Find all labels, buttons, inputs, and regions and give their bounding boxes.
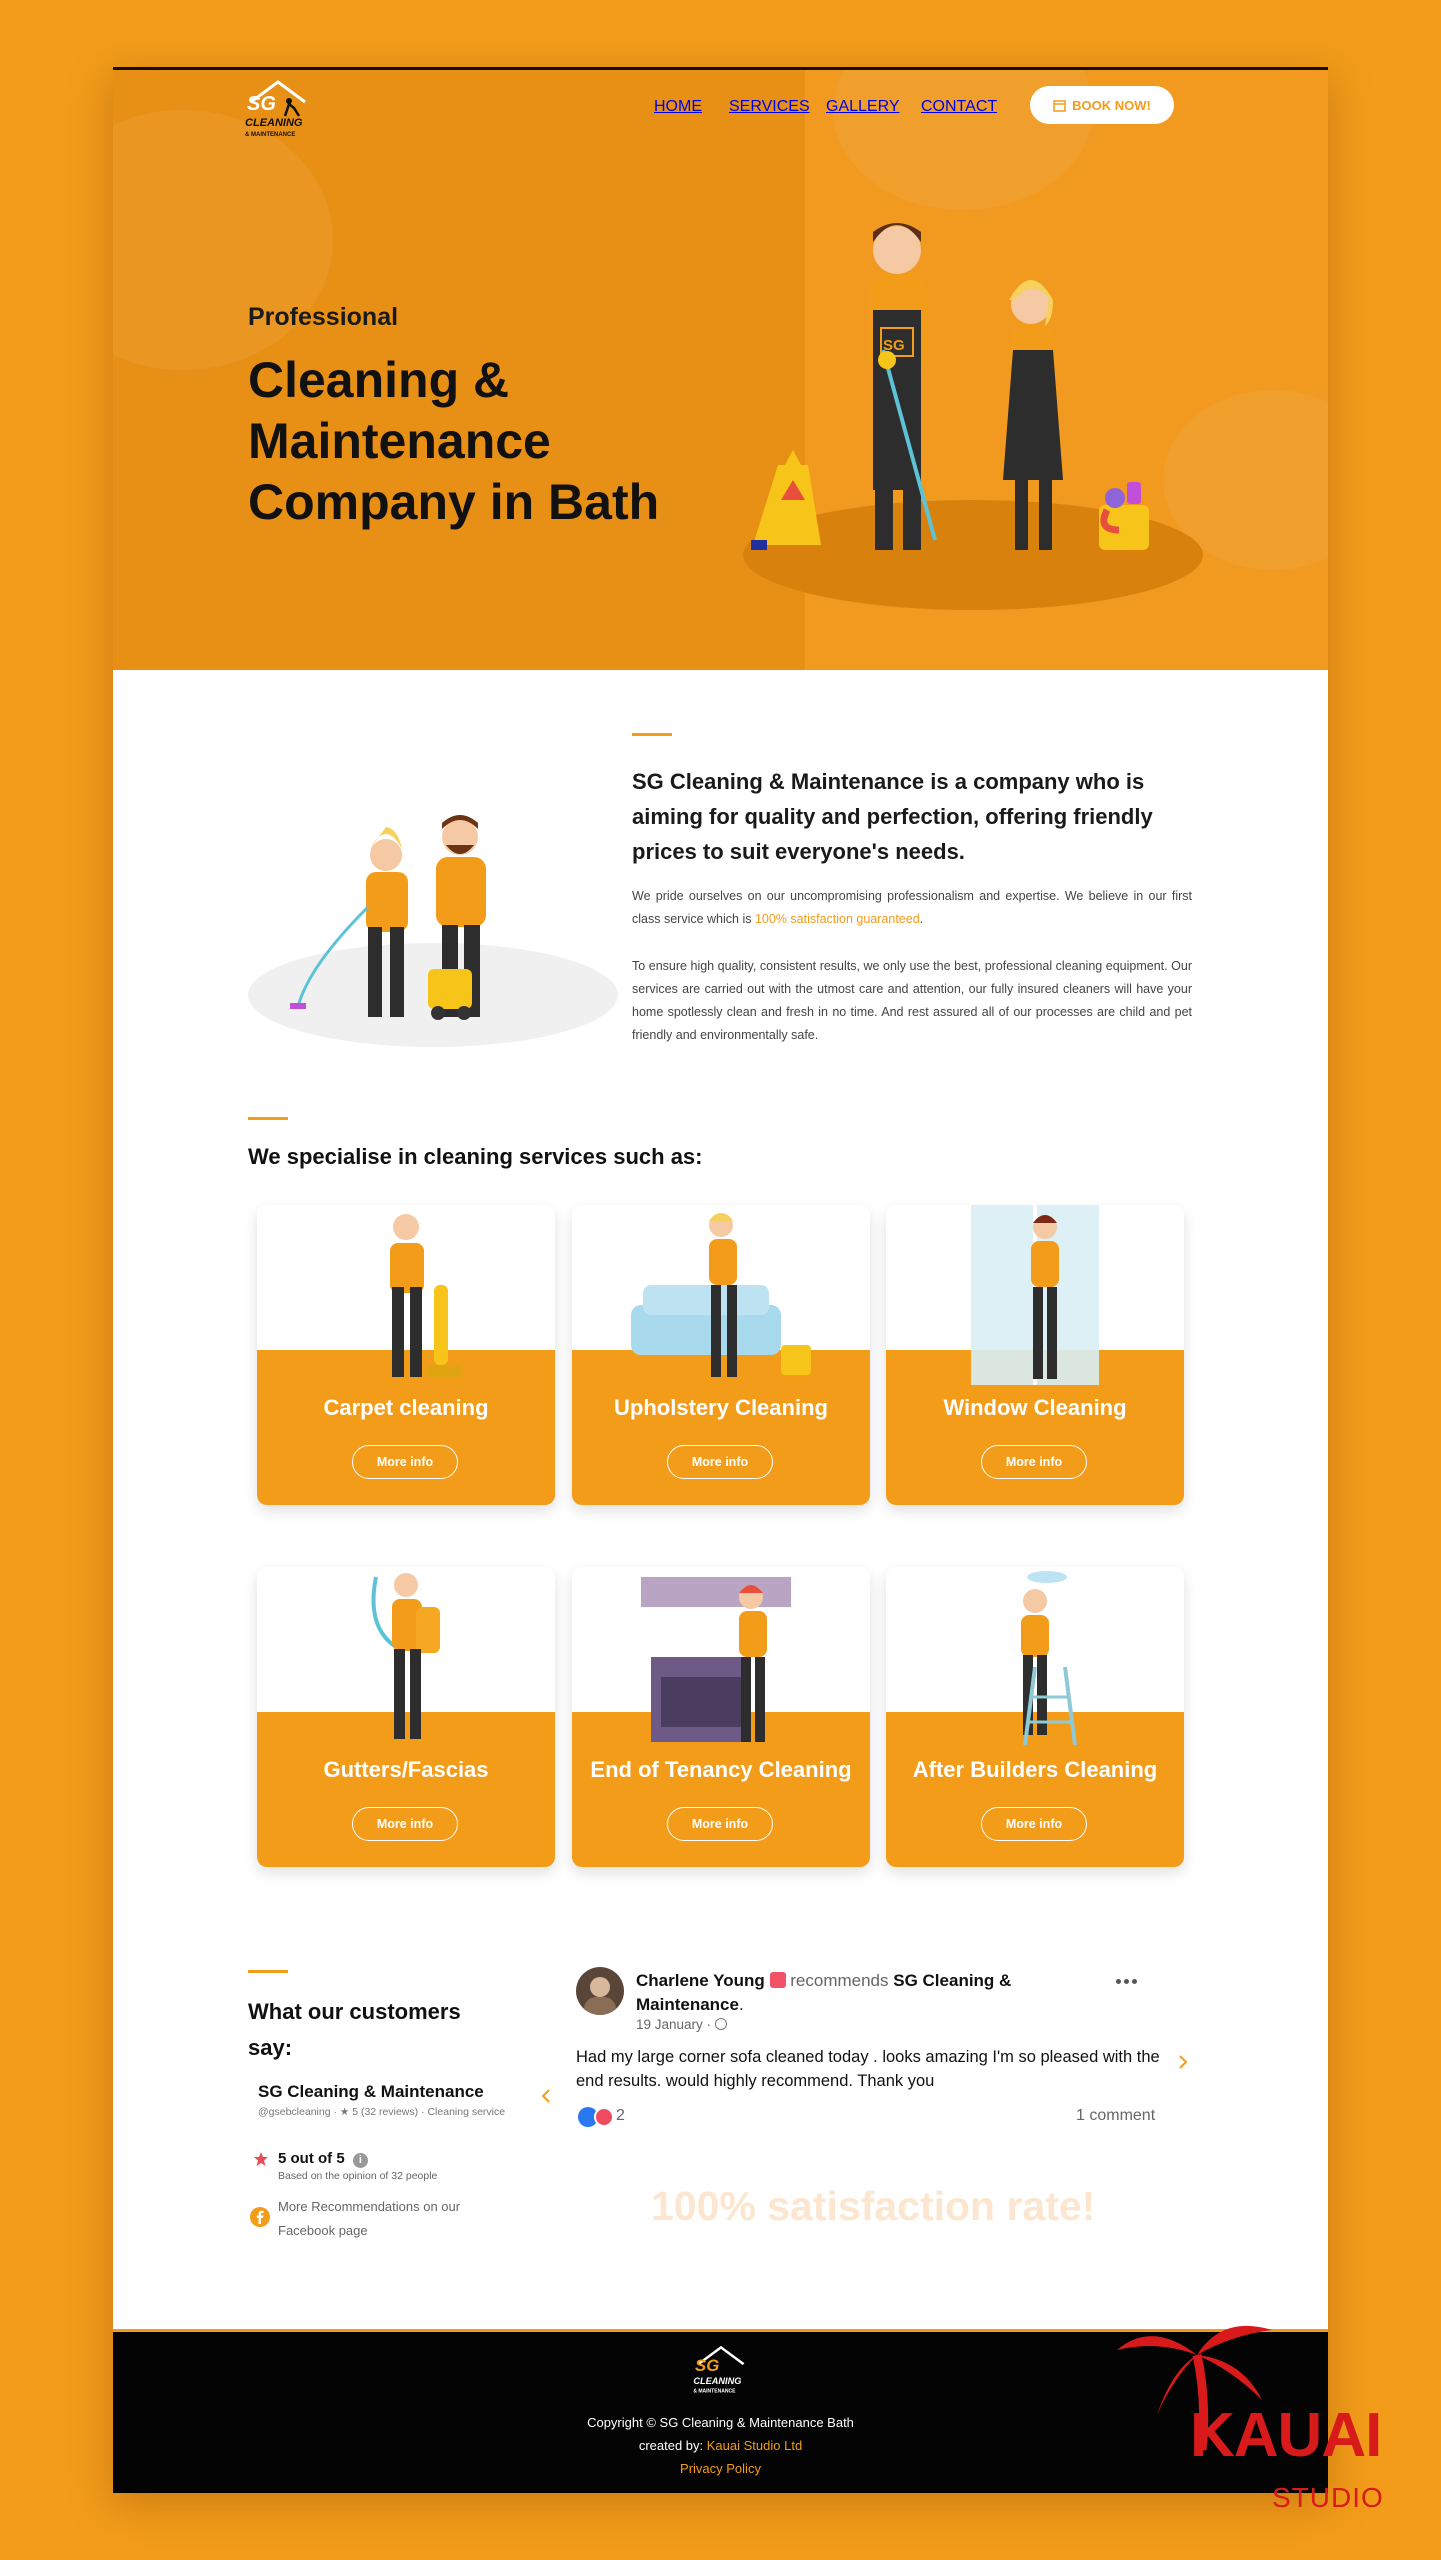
logo-maintenance: & MAINTENANCE — [245, 132, 295, 138]
chevron-left-icon[interactable] — [541, 2089, 551, 2103]
logo-cleaning: CLEANING — [245, 117, 303, 129]
more-info-button[interactable]: More info — [352, 1445, 458, 1479]
satisfaction-rate-text: 100% satisfaction rate! — [651, 2183, 1096, 2229]
created-by-label: created by: — [638, 2438, 704, 2453]
recommend-icon — [769, 1972, 786, 1988]
accent-divider — [248, 1970, 288, 1973]
footer-logo-maintenance: & MAINTENANCE — [693, 2389, 736, 2395]
cleaners-hero-illustration: SG — [743, 223, 1203, 610]
page: SG CLEANING & MAINTENANCE HOME SERVICES … — [113, 67, 1328, 2493]
post-author[interactable]: Charlene Young — [636, 1971, 765, 1990]
calendar-icon — [1053, 99, 1066, 112]
nav-contact[interactable]: CONTACT — [921, 98, 997, 116]
nav-home[interactable]: HOME — [654, 98, 702, 116]
book-now-button[interactable]: BOOK NOW! — [1030, 86, 1174, 124]
builder-cleaner-illustration — [1021, 1571, 1077, 1746]
gutter-cleaner-illustration — [371, 1573, 440, 1739]
avatar[interactable] — [576, 1967, 624, 2015]
about-p1-end: . — [919, 912, 924, 926]
service-card-carpet[interactable]: Carpet cleaning More info — [257, 1205, 555, 1505]
more-info-button[interactable]: More info — [667, 1807, 773, 1841]
chevron-right-icon[interactable] — [1178, 2055, 1188, 2069]
reaction-count[interactable]: 2 — [616, 2107, 625, 2125]
service-card-window[interactable]: Window Cleaning More info — [886, 1205, 1184, 1505]
accent-divider — [632, 733, 672, 736]
cleaners-about-illustration — [248, 815, 618, 1047]
star-icon — [254, 2152, 268, 2166]
fb-recommendations-link[interactable]: More Recommendations on our Facebook pag… — [278, 2195, 498, 2243]
more-options-icon[interactable] — [1116, 1979, 1140, 1987]
sg-logo[interactable]: SG CLEANING & MAINTENANCE — [241, 76, 315, 142]
hero-title: Cleaning & Maintenance Company in Bath — [248, 352, 660, 530]
service-card-upholstery[interactable]: Upholstery Cleaning More info — [572, 1205, 870, 1505]
fb-page-meta: @gsebcleaning · ★ 5 (32 reviews) · Clean… — [258, 2106, 506, 2118]
globe-icon — [714, 2018, 727, 2030]
logo-sg: SG — [247, 93, 276, 115]
info-icon[interactable]: i — [352, 2153, 368, 2168]
about-paragraph-1: We pride ourselves on our uncompromising… — [632, 885, 1192, 931]
upholstery-cleaner-illustration — [631, 1213, 811, 1377]
window-cleaner-illustration — [971, 1205, 1099, 1385]
more-info-button[interactable]: More info — [667, 1445, 773, 1479]
footer-logo-cleaning: CLEANING — [693, 2376, 741, 2386]
about-paragraph-2: To ensure high quality, consistent resul… — [632, 959, 1192, 1042]
about-heading: SG Cleaning & Maintenance is a company w… — [632, 769, 1153, 864]
service-name: End of Tenancy Cleaning — [590, 1757, 852, 1782]
nav-gallery[interactable]: GALLERY — [826, 98, 900, 116]
service-name: After Builders Cleaning — [912, 1757, 1158, 1782]
hero-pretitle: Professional — [248, 303, 399, 331]
service-name: Carpet cleaning — [323, 1395, 489, 1420]
services-title: We specialise in cleaning services such … — [248, 1144, 703, 1169]
service-name: Window Cleaning — [943, 1395, 1127, 1420]
rating-value: 5 out of 5 — [278, 2150, 345, 2167]
post-date-text: 19 January · — [636, 2017, 712, 2032]
book-now-label: BOOK NOW! — [1072, 97, 1151, 113]
service-card-gutters[interactable]: Gutters/Fascias More info — [257, 1567, 555, 1867]
kauai-studio-watermark: KAUAI STUDIO — [1112, 2310, 1412, 2530]
privacy-policy-link[interactable]: Privacy Policy — [680, 2461, 761, 2476]
more-info-button[interactable]: More info — [352, 1807, 458, 1841]
more-info-button[interactable]: More info — [981, 1807, 1087, 1841]
love-reaction-icon — [594, 2107, 614, 2127]
service-name: Upholstery Cleaning — [614, 1395, 828, 1420]
studio-link[interactable]: Kauai Studio Ltd — [707, 2438, 802, 2453]
recommends-label: recommends — [790, 1971, 889, 1990]
post-author-line: Charlene Young recommends SG Cleaning & … — [636, 1971, 1012, 2014]
hero-section: SG CLEANING & MAINTENANCE HOME SERVICES … — [113, 70, 1328, 670]
fb-page-name[interactable]: SG Cleaning & Maintenance — [258, 2082, 484, 2102]
rating-subtitle: Based on the opinion of 32 people — [278, 2170, 438, 2182]
service-name: Gutters/Fascias — [323, 1757, 489, 1782]
facebook-icon — [250, 2207, 270, 2227]
nav-services[interactable]: SERVICES — [729, 98, 810, 116]
facebook-review-post: Charlene Young recommends SG Cleaning & … — [576, 1967, 1188, 2202]
post-date: 19 January · — [636, 2017, 727, 2032]
footer-logo[interactable]: SG CLEANING & MAINTENANCE — [690, 2342, 752, 2398]
carpet-cleaner-illustration — [390, 1214, 462, 1377]
watermark-name: KAUAI — [1190, 2401, 1382, 2470]
service-card-end-of-tenancy[interactable]: End of Tenancy Cleaning More info — [572, 1567, 870, 1867]
watermark-sub: STUDIO — [1272, 2482, 1384, 2513]
post-text: Had my large corner sofa cleaned today .… — [576, 2048, 1160, 2090]
reviews-title: What our customers say: — [248, 1999, 461, 2060]
more-info-button[interactable]: More info — [981, 1445, 1087, 1479]
service-card-after-builders[interactable]: After Builders Cleaning More info — [886, 1567, 1184, 1867]
comment-count[interactable]: 1 comment — [1076, 2107, 1155, 2125]
rating-text: 5 out of 5 i — [278, 2150, 368, 2168]
kitchen-cleaner-illustration — [641, 1577, 791, 1742]
satisfaction-guaranteed-link: 100% satisfaction guaranteed — [754, 912, 920, 926]
accent-divider — [248, 1117, 288, 1120]
footer-logo-sg: SG — [695, 2356, 719, 2375]
